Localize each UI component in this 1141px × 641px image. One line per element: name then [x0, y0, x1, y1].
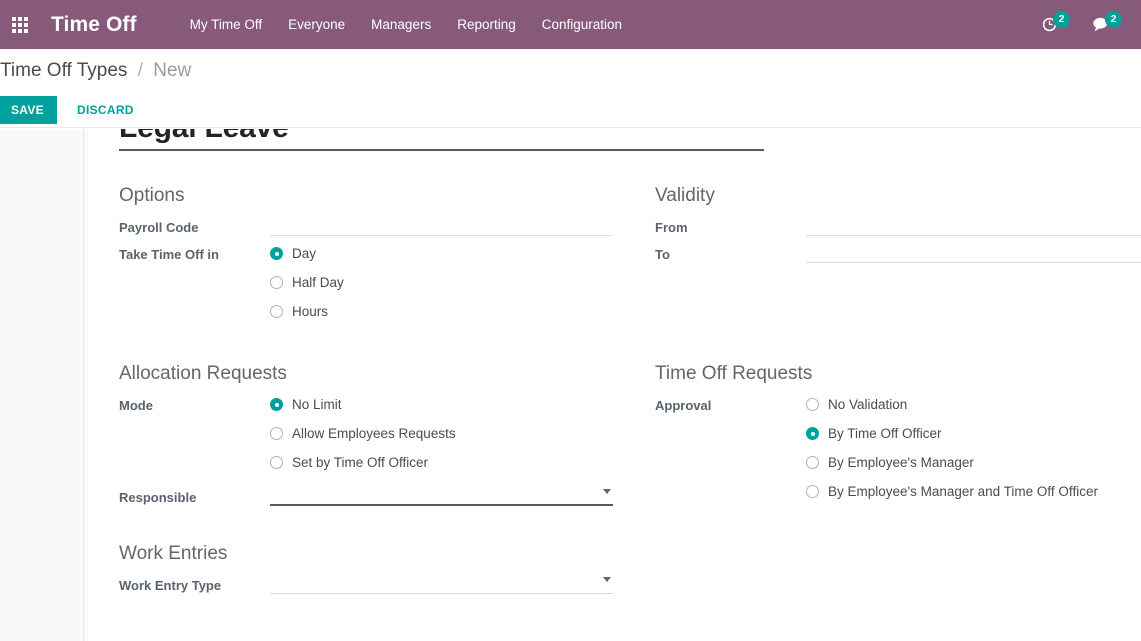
group-title-allocation-requests: Allocation Requests [119, 363, 287, 384]
radio-indicator [270, 427, 283, 440]
discard-button[interactable]: DISCARD [65, 96, 146, 124]
validity-to-label: To [655, 247, 670, 262]
take-time-off-in-label: Take Time Off in [119, 247, 219, 262]
validity-from-input[interactable] [806, 215, 1141, 236]
nav-item-managers[interactable]: Managers [358, 0, 444, 49]
breadcrumb-current: New [153, 60, 192, 81]
payroll-code-input[interactable] [270, 215, 611, 236]
group-title-validity: Validity [655, 185, 715, 206]
radio-label: Set by Time Off Officer [292, 455, 429, 470]
messaging-menu-button[interactable]: 2 [1081, 0, 1133, 49]
time-off-type-name-input[interactable] [119, 129, 764, 151]
radio-indicator [270, 456, 283, 469]
radio-label: No Validation [828, 397, 908, 412]
radio-indicator [270, 247, 283, 260]
navbar-menu: My Time Off Everyone Managers Reporting … [177, 0, 635, 49]
nav-item-everyone[interactable]: Everyone [275, 0, 358, 49]
radio-indicator [270, 276, 283, 289]
top-navbar: Time Off My Time Off Everyone Managers R… [0, 0, 1141, 49]
control-panel-buttons: SAVE DISCARD [0, 96, 146, 124]
save-button[interactable]: SAVE [0, 96, 57, 124]
responsible-input[interactable] [270, 485, 613, 506]
radio-label: Allow Employees Requests [292, 426, 456, 441]
work-entry-type-input[interactable] [270, 573, 613, 594]
radio-label: Day [292, 246, 317, 261]
radio-option-set-by-time-off-officer[interactable]: Set by Time Off Officer [270, 448, 456, 477]
nav-item-reporting[interactable]: Reporting [444, 0, 529, 49]
work-entry-type-field [270, 573, 613, 594]
validity-to-input[interactable] [806, 242, 1141, 263]
nav-item-my-time-off[interactable]: My Time Off [177, 0, 276, 49]
nav-item-configuration[interactable]: Configuration [529, 0, 635, 49]
allocation-mode-radio-group: No Limit Allow Employees Requests Set by… [270, 390, 456, 477]
form-sheet: Options Payroll Code Take Time Off in Da… [88, 129, 1141, 641]
radio-indicator [806, 485, 819, 498]
group-title-options: Options [119, 185, 185, 206]
radio-option-no-validation[interactable]: No Validation [806, 390, 1098, 419]
apps-grid-icon [12, 16, 28, 33]
radio-option-half-day[interactable]: Half Day [270, 268, 344, 297]
radio-label: By Employee's Manager [828, 455, 974, 470]
work-entry-type-label: Work Entry Type [119, 578, 222, 593]
radio-indicator [270, 398, 283, 411]
messaging-count-badge: 2 [1105, 11, 1122, 28]
radio-option-allow-employees-requests[interactable]: Allow Employees Requests [270, 419, 456, 448]
radio-label: By Time Off Officer [828, 426, 942, 441]
radio-indicator [806, 398, 819, 411]
radio-indicator [806, 456, 819, 469]
activities-menu-button[interactable]: 2 [1030, 0, 1081, 49]
radio-label: By Employee's Manager and Time Off Offic… [828, 484, 1098, 499]
group-title-work-entries: Work Entries [119, 543, 228, 564]
radio-option-by-employees-manager[interactable]: By Employee's Manager [806, 448, 1098, 477]
validity-from-label: From [655, 220, 688, 235]
radio-label: No Limit [292, 397, 342, 412]
payroll-code-label: Payroll Code [119, 220, 199, 235]
radio-option-hours[interactable]: Hours [270, 297, 344, 326]
record-title-row [119, 129, 764, 151]
systray: 2 2 [1030, 0, 1133, 49]
take-time-off-in-radio-group: Day Half Day Hours [270, 239, 344, 326]
radio-label: Hours [292, 304, 329, 319]
breadcrumb-separator: / [137, 60, 143, 81]
radio-option-day[interactable]: Day [270, 239, 344, 268]
left-gutter [0, 129, 84, 641]
approval-radio-group: No Validation By Time Off Officer By Emp… [806, 390, 1098, 506]
content-area: Options Payroll Code Take Time Off in Da… [0, 129, 1141, 641]
activities-count-badge: 2 [1053, 11, 1070, 28]
responsible-label: Responsible [119, 490, 197, 505]
app-brand-title[interactable]: Time Off [51, 13, 137, 37]
radio-option-by-employees-manager-and-time-off-officer[interactable]: By Employee's Manager and Time Off Offic… [806, 477, 1098, 506]
allocation-mode-label: Mode [119, 398, 153, 413]
responsible-field [270, 485, 613, 506]
control-panel: Time Off Types / New [0, 49, 1141, 128]
radio-option-by-time-off-officer[interactable]: By Time Off Officer [806, 419, 1098, 448]
group-title-time-off-requests: Time Off Requests [655, 363, 813, 384]
breadcrumb: Time Off Types / New [0, 60, 191, 82]
radio-indicator [806, 427, 819, 440]
approval-label: Approval [655, 398, 712, 413]
radio-indicator [270, 305, 283, 318]
radio-option-no-limit[interactable]: No Limit [270, 390, 456, 419]
radio-label: Half Day [292, 275, 344, 290]
breadcrumb-root[interactable]: Time Off Types [0, 60, 127, 81]
apps-menu-button[interactable] [0, 0, 38, 49]
